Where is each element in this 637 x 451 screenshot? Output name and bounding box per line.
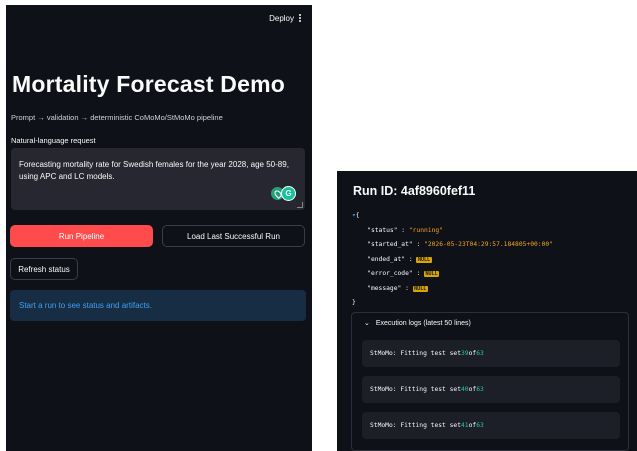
info-alert: Start a run to see status and artifacts. xyxy=(10,290,306,321)
log-total: 63 xyxy=(476,350,484,357)
more-menu-icon[interactable] xyxy=(298,13,302,23)
request-text[interactable]: Forecasting mortality rate for Swedish f… xyxy=(19,159,299,183)
null-badge: NULL xyxy=(424,271,440,277)
main-app-panel: Deploy Mortality Forecast Demo Prompt → … xyxy=(6,5,312,451)
log-text: StMoMo: Fitting test set xyxy=(370,386,461,393)
request-textarea[interactable]: Forecasting mortality rate for Swedish f… xyxy=(11,148,305,210)
log-text: StMoMo: Fitting test set xyxy=(370,422,461,429)
log-count: 39 xyxy=(461,350,469,357)
page-title: Mortality Forecast Demo xyxy=(12,71,285,97)
log-line: StMoMo: Fitting test set 41 of 63 xyxy=(362,412,620,439)
resize-handle-icon[interactable] xyxy=(297,202,303,208)
log-of: of xyxy=(468,350,477,357)
json-open-brace: { xyxy=(355,212,360,219)
chevron-down-icon[interactable]: ⌄ xyxy=(364,319,370,327)
grammarly-widget[interactable]: G xyxy=(271,186,296,201)
log-text: StMoMo: Fitting test set xyxy=(370,350,461,357)
run-details-panel: Run ID: 4af8960fef11 ▾{ "status" : "runn… xyxy=(337,171,637,451)
log-line: StMoMo: Fitting test set 40 of 63 xyxy=(362,376,620,403)
log-of: of xyxy=(468,386,477,393)
run-status-json: ▾{ "status" : "running" "started_at" : "… xyxy=(352,212,553,306)
expander-label: Execution logs (latest 50 lines) xyxy=(375,320,471,327)
json-key: "status" xyxy=(367,226,398,234)
json-key: "started_at" xyxy=(367,241,413,248)
log-total: 63 xyxy=(476,386,484,393)
deploy-button[interactable]: Deploy xyxy=(269,14,294,23)
json-close-brace: } xyxy=(352,299,356,306)
grammarly-icon[interactable]: G xyxy=(281,186,296,201)
log-line: StMoMo: Fitting test set 39 of 63 xyxy=(362,340,620,367)
request-label: Natural-language request xyxy=(11,136,96,145)
execution-logs-expander[interactable]: ⌄ Execution logs (latest 50 lines) StMoMo… xyxy=(351,312,629,451)
json-value: "running" xyxy=(408,226,444,234)
json-key: "ended_at" xyxy=(367,255,406,263)
expander-header[interactable]: ⌄ Execution logs (latest 50 lines) xyxy=(364,319,471,327)
refresh-status-button[interactable]: Refresh status xyxy=(10,258,78,280)
run-id-heading: Run ID: 4af8960fef11 xyxy=(353,184,476,198)
page-subtitle: Prompt → validation → deterministic CoMo… xyxy=(11,113,223,122)
json-value: "2026-05-23T04:29:57.184805+00:00" xyxy=(424,241,553,248)
log-count: 40 xyxy=(461,386,469,393)
json-key: "error_code" xyxy=(367,270,413,277)
log-total: 63 xyxy=(476,422,484,429)
load-last-run-button[interactable]: Load Last Successful Run xyxy=(162,225,305,247)
log-count: 41 xyxy=(461,422,469,429)
json-key: "message" xyxy=(367,284,402,292)
log-of: of xyxy=(468,422,477,429)
null-badge: NULL xyxy=(416,256,432,263)
null-badge: NULL xyxy=(412,285,428,292)
run-pipeline-button[interactable]: Run Pipeline xyxy=(10,225,153,247)
